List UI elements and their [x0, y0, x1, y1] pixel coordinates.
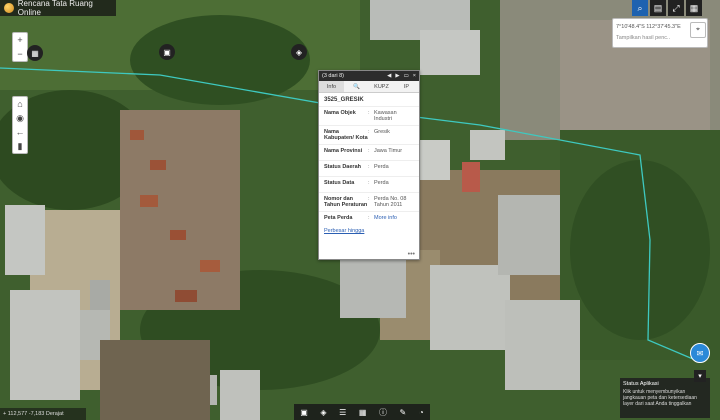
print-icon[interactable]: ▤ [650, 0, 666, 16]
fullscreen-icon[interactable]: ⤢ [668, 0, 684, 16]
attribute-row: Nomor dan Tahun Peraturan : Perda No. 08… [319, 193, 419, 212]
location-pin-icon[interactable]: ⌖ [690, 22, 706, 38]
info-icon[interactable]: ⓘ [379, 407, 387, 418]
attribute-label: Nomor dan Tahun Peraturan [324, 196, 368, 208]
settings-icon[interactable]: ◔ [419, 408, 424, 417]
basemap-icon[interactable]: ▦ [359, 408, 367, 417]
app-title-bar: Rencana Tata Ruang Online [0, 0, 116, 17]
nav-control: ⌂ ◉ ← ▮ [12, 96, 28, 154]
attribute-label: Nama Objek [324, 110, 356, 116]
chat-icon[interactable]: ✉ [690, 343, 710, 363]
attribute-value: Perda [374, 180, 389, 186]
tab-info[interactable]: Info [319, 81, 344, 92]
attribute-value: Jawa Timur [374, 148, 403, 154]
layers-icon[interactable]: ◈ [291, 44, 307, 60]
status-panel: Status Aplikasi Klik untuk menyembunyika… [620, 378, 710, 418]
app-logo-icon [4, 3, 14, 13]
popup-more-icon[interactable]: ••• [408, 251, 415, 258]
tab-ip[interactable]: IP [394, 81, 419, 92]
grid-icon[interactable]: ▦ [27, 45, 43, 61]
attribute-row: Nama Objek : Kawasan Industri [319, 107, 419, 126]
attribute-label: Status Data [324, 180, 355, 186]
attribute-label: Status Daerah [324, 164, 361, 170]
ruler-icon[interactable]: ▮ [13, 139, 27, 153]
next-icon[interactable]: ▶ [395, 73, 399, 79]
maximize-icon[interactable]: ▭ [404, 73, 409, 79]
zoom-to-link[interactable]: Perbesar hingga [324, 228, 364, 234]
attribute-row: Status Data : Perda [319, 177, 419, 193]
attribute-value: Kawasan Industri [374, 110, 397, 122]
legend-icon[interactable]: ☰ [339, 408, 346, 417]
prev-icon[interactable]: ◀ [387, 73, 391, 79]
tab-kupz[interactable]: KUPZ [369, 81, 394, 92]
popup-header: (3 dari 8) ◀ ▶ ▭ × [319, 71, 419, 81]
attribute-row: Status Daerah : Perda [319, 161, 419, 177]
app-title: Rencana Tata Ruang Online [17, 0, 93, 17]
bottom-toolbar: ▣ ◈ ☰ ▦ ⓘ ✎ ◔ [294, 404, 430, 420]
attribute-value: Gresik [374, 129, 390, 135]
attribute-label: Nama Provinsi [324, 148, 363, 154]
popup-counter: (3 dari 8) [322, 73, 345, 79]
layers-tool-icon[interactable]: ◈ [320, 408, 326, 417]
print-tool-icon[interactable]: ▣ [300, 408, 308, 417]
attribute-label: Peta Perda [324, 215, 353, 221]
pencil-icon[interactable]: ✎ [400, 408, 407, 417]
attribute-row: Nama Provinsi : Jawa Timur [319, 145, 419, 161]
more-info-link[interactable]: More info [374, 215, 414, 225]
status-toggle-icon[interactable]: ▾ [694, 370, 706, 382]
zoom-control: + − [12, 32, 28, 62]
search-input[interactable]: 7°10'48.4"S 112°37'45.3"E [616, 24, 681, 30]
close-popup-icon[interactable]: × [413, 73, 416, 79]
locate-icon[interactable]: ◉ [13, 111, 27, 125]
attribute-value: Perda No. 08 Tahun 2011 [374, 196, 407, 208]
attribute-label: Nama Kabupaten/ Kota [324, 129, 368, 141]
popup-title: 3525_GRESIK [319, 93, 419, 107]
zoom-in-button[interactable]: + [13, 33, 27, 47]
attribute-row: Peta Perda : More info [319, 212, 419, 228]
back-icon[interactable]: ← [13, 125, 27, 139]
coordinate-readout: + 112,577 -7,183 Derajat [0, 408, 86, 420]
print-map-icon[interactable]: ▣ [159, 44, 175, 60]
home-icon[interactable]: ⌂ [13, 97, 27, 111]
search-icon[interactable]: ⌕ [632, 0, 648, 16]
attribute-value: Perda [374, 164, 389, 170]
tab-zoom[interactable]: 🔍 [344, 81, 369, 92]
grid-menu-icon[interactable]: ▦ [686, 0, 702, 16]
status-text: Klik untuk menyembunyikan jangkauan peta… [623, 389, 697, 407]
popup-tabs: Info 🔍 KUPZ IP [319, 81, 419, 93]
zoom-out-button[interactable]: − [13, 47, 27, 61]
feature-info-popup: (3 dari 8) ◀ ▶ ▭ × Info 🔍 KUPZ IP 3525_G… [318, 70, 420, 260]
attribute-row: Nama Kabupaten/ Kota : Gresik [319, 126, 419, 145]
